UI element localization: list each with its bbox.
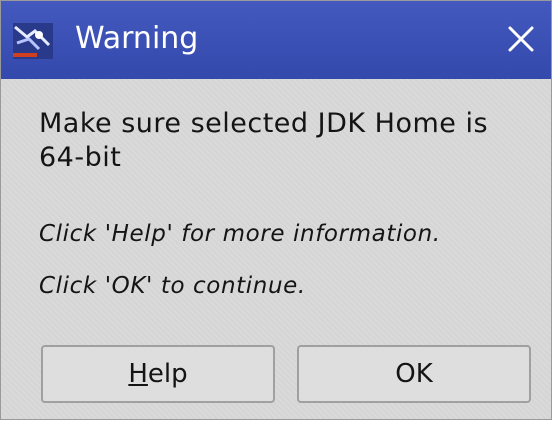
help-button-mnemonic: H [128,359,148,389]
help-button-label: elp [147,359,188,389]
help-button[interactable]: Help [41,345,275,403]
ok-button-label: OK [395,359,433,389]
window-title: Warning [75,21,199,56]
ok-hint-text: Click 'OK' to continue. [39,273,306,299]
ok-button[interactable]: OK [297,345,531,403]
warning-message: Make sure selected JDK Home is 64-bit [39,108,489,173]
java-cup-icon [13,23,53,59]
help-hint-text: Click 'Help' for more information. [39,221,441,247]
close-icon[interactable] [503,21,539,57]
title-bar: Warning [1,1,551,79]
warning-dialog: Warning Make sure selected JDK Home is 6… [0,0,552,420]
